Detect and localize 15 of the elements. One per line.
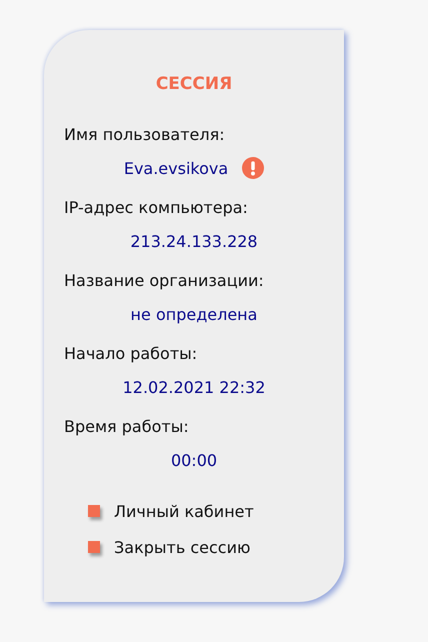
bullet-icon [88,541,100,553]
menu-link[interactable]: Личный кабинет [114,502,254,520]
field-label: IP-адрес компьютера: [64,197,249,218]
field-label: Время работы: [64,416,190,437]
field-value: Eva.evsikova [124,158,228,178]
field-value: 00:00 [170,450,218,470]
menu-link[interactable]: Закрыть сессию [114,538,250,556]
field-value: не определена [130,304,258,324]
field-value: 213.24.133.228 [130,230,258,252]
field-label: Начало работы: [64,343,198,364]
bullet-icon [88,505,100,517]
field-label: Имя пользователя: [64,124,226,145]
field-label: Название организации: [64,270,265,291]
field-value: 12.02.2021 22:32 [122,376,266,398]
panel-title: СЕССИЯ [154,73,234,96]
